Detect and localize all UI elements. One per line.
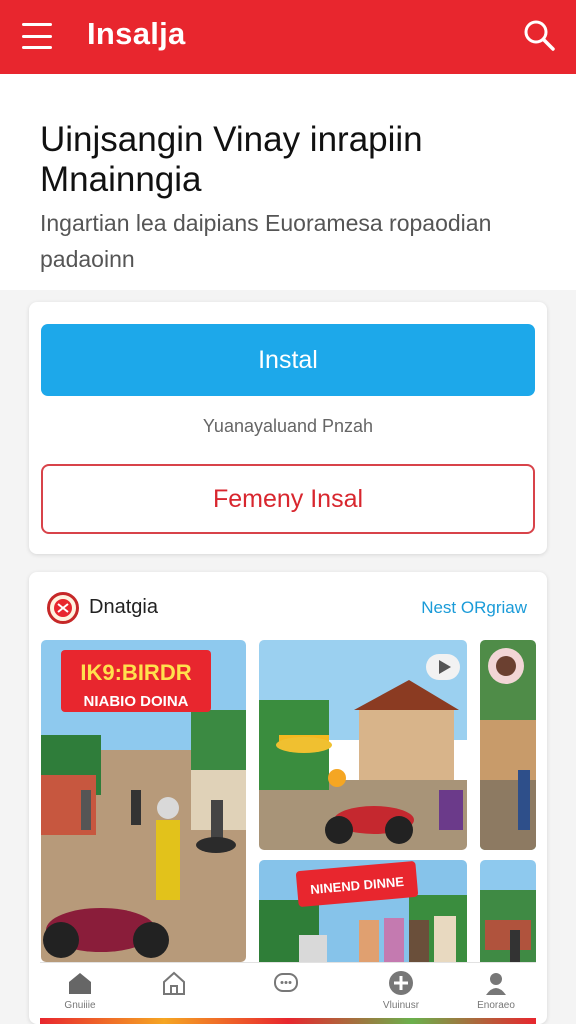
chat-bubble-icon <box>272 969 300 997</box>
nav-item-house[interactable] <box>134 969 214 1021</box>
nav-item-profile[interactable]: Enoraeo <box>456 969 536 1021</box>
app-header: Insalja <box>0 0 576 74</box>
hero-title: Uinjsangin Vinay inrapiin Mnainngia <box>40 120 423 199</box>
photo-village-house[interactable] <box>259 640 467 850</box>
nav-label-profile: Enoraeo <box>477 1000 515 1011</box>
add-circle-icon <box>387 969 415 997</box>
install-button[interactable]: Instal <box>41 324 535 396</box>
profile-icon <box>482 969 510 997</box>
photo-side-portrait[interactable] <box>480 640 536 850</box>
gallery-card: Dnatgia Nest ORgriaw IK9:BIRDR NIABIO DO… <box>29 572 547 1024</box>
nav-label-home: Gnuiiie <box>64 1000 96 1011</box>
house-outline-icon <box>160 969 188 997</box>
install-caption: Yuanayaluand Pnzah <box>202 416 374 436</box>
bottom-nav: Gnuiiie Vluinusr Enoraeo <box>40 962 536 1024</box>
hamburger-menu-icon[interactable] <box>22 23 52 49</box>
channel-logo-icon[interactable] <box>47 592 79 624</box>
hero-section: Uinjsangin Vinay inrapiin Mnainngia Inga… <box>0 74 576 290</box>
photo-side-street[interactable] <box>480 860 536 970</box>
app-title: Insalja <box>87 16 186 51</box>
gallery-see-all-link[interactable]: Nest ORgriaw <box>421 598 527 618</box>
photo1-banner-line1: IK9:BIRDR <box>80 660 191 685</box>
search-icon[interactable] <box>520 16 560 56</box>
nav-item-add[interactable]: Vluinusr <box>361 969 441 1021</box>
secondary-install-button[interactable]: Femeny Insal <box>41 464 535 534</box>
hero-subtitle: Ingartian lea daipians Euoramesa ropaodi… <box>40 210 492 272</box>
install-card: Instal Yuanayaluand Pnzah Femeny Insal <box>29 302 547 554</box>
photo-group-banner[interactable]: NINEND DINNE <box>259 860 467 970</box>
nav-item-home[interactable]: Gnuiiie <box>40 969 120 1021</box>
gallery-title: Dnatgia <box>89 596 158 618</box>
nav-label-add: Vluinusr <box>382 1000 420 1011</box>
photo1-banner-line2: NIABIO DOINA <box>84 693 189 710</box>
photo-street-market[interactable]: IK9:BIRDR NIABIO DOINA <box>41 640 246 962</box>
nav-item-chat[interactable] <box>246 969 326 1021</box>
home-icon <box>66 969 94 997</box>
bottom-decorative-strip <box>40 1018 536 1024</box>
